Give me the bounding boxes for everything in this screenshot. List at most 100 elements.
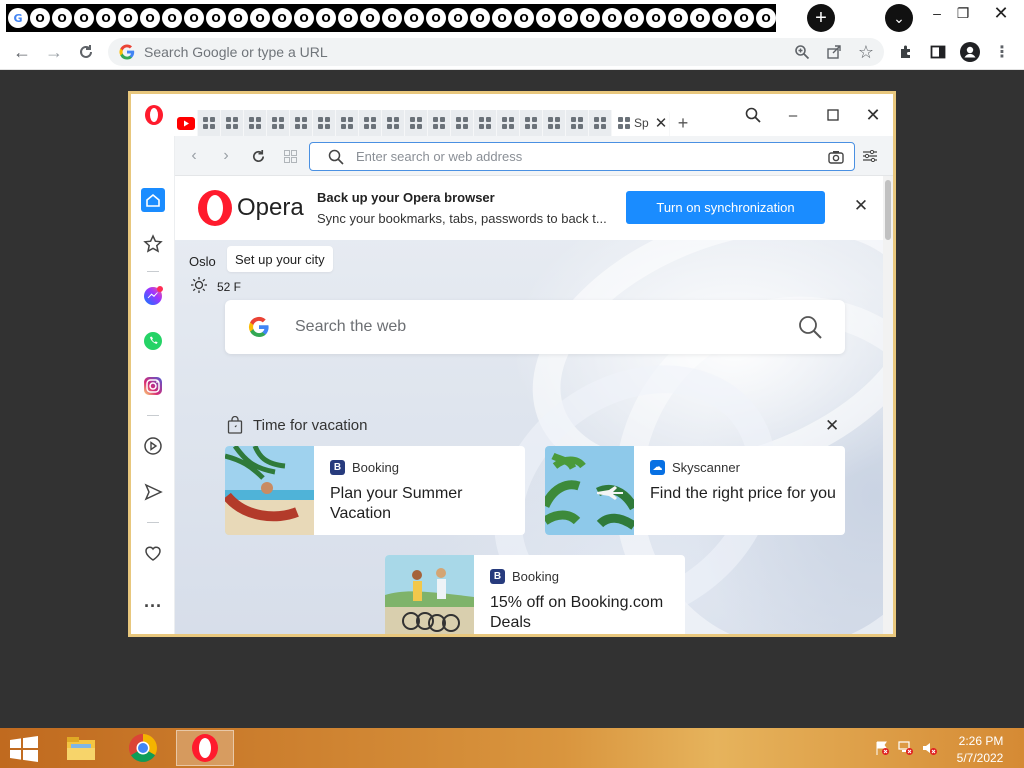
omnibox[interactable]: Search Google or type a URL xyxy=(108,38,884,66)
side-panel-icon[interactable] xyxy=(926,40,950,64)
deal-card[interactable]: ☁ Skyscanner Find the right price for yo… xyxy=(545,446,845,535)
easy-setup-icon[interactable] xyxy=(859,146,881,166)
weather-setup-city-button[interactable]: Set up your city xyxy=(227,246,333,272)
deal-card[interactable]: B Booking Plan your Summer Vacation xyxy=(225,446,525,535)
opera-tab-speed-dial[interactable] xyxy=(520,110,543,136)
chrome-tab-opera-icon[interactable]: O xyxy=(580,8,600,28)
opera-speed-dial-grid-icon[interactable] xyxy=(279,146,301,166)
back-arrow-icon[interactable]: ← xyxy=(10,40,34,64)
close-window-button[interactable]: ✕ xyxy=(986,2,1016,24)
chrome-tab-opera-icon[interactable]: O xyxy=(118,8,138,28)
web-search-box[interactable]: Search the web xyxy=(225,300,845,354)
taskbar-chrome[interactable] xyxy=(114,730,172,766)
chrome-tab-opera-icon[interactable]: O xyxy=(404,8,424,28)
opera-tab-speed-dial[interactable] xyxy=(290,110,313,136)
scrollbar-thumb[interactable] xyxy=(885,180,891,240)
opera-reload-icon[interactable] xyxy=(247,146,269,166)
sidebar-more-icon[interactable]: ··· xyxy=(139,592,167,620)
opera-tab-speed-dial[interactable] xyxy=(267,110,290,136)
instagram-icon[interactable] xyxy=(139,372,167,400)
opera-tab-speed-dial[interactable] xyxy=(589,110,612,136)
forward-arrow-icon[interactable]: → xyxy=(42,40,66,64)
opera-tab-search-icon[interactable] xyxy=(739,102,767,128)
profile-avatar-icon[interactable] xyxy=(958,40,982,64)
opera-tab-speed-dial[interactable] xyxy=(428,110,451,136)
chrome-tab-opera-icon[interactable]: O xyxy=(338,8,358,28)
chrome-tab-opera-icon[interactable]: O xyxy=(140,8,160,28)
chrome-tab-opera-icon[interactable]: O xyxy=(646,8,666,28)
my-flow-icon[interactable] xyxy=(139,478,167,506)
opera-tab-speed-dial[interactable] xyxy=(221,110,244,136)
extensions-icon[interactable] xyxy=(894,40,918,64)
chrome-tab-google-icon[interactable]: G xyxy=(8,8,28,28)
opera-minimize-button[interactable]: – xyxy=(779,102,807,128)
chrome-tab-opera-icon[interactable]: O xyxy=(162,8,182,28)
opera-tab-speed-dial[interactable] xyxy=(543,110,566,136)
chrome-tab-opera-icon[interactable]: O xyxy=(734,8,754,28)
share-icon[interactable] xyxy=(822,40,846,64)
reload-icon[interactable] xyxy=(74,40,98,64)
chrome-tab-opera-icon[interactable]: O xyxy=(602,8,622,28)
bookmark-star-icon[interactable]: ☆ xyxy=(854,40,878,64)
chrome-tab-opera-icon[interactable]: O xyxy=(712,8,732,28)
opera-forward-icon[interactable]: › xyxy=(215,146,237,166)
opera-tab-speed-dial[interactable] xyxy=(474,110,497,136)
chrome-tab-opera-icon[interactable]: O xyxy=(470,8,490,28)
chrome-tab-opera-icon[interactable]: O xyxy=(690,8,710,28)
new-tab-button[interactable]: + xyxy=(807,4,835,32)
chrome-tab-opera-icon[interactable]: O xyxy=(74,8,94,28)
tab-search-button[interactable]: ⌄ xyxy=(885,4,913,32)
opera-close-button[interactable]: ✕ xyxy=(859,102,887,128)
chrome-tab-opera-icon[interactable]: O xyxy=(316,8,336,28)
volume-muted-icon[interactable] xyxy=(922,740,938,756)
chrome-tab-opera-icon[interactable]: O xyxy=(184,8,204,28)
whatsapp-icon[interactable] xyxy=(139,327,167,355)
action-center-flag-icon[interactable] xyxy=(874,740,890,756)
chrome-tab-opera-icon[interactable]: O xyxy=(96,8,116,28)
player-icon[interactable] xyxy=(139,432,167,460)
turn-on-sync-button[interactable]: Turn on synchronization xyxy=(626,191,825,224)
chrome-tab-opera-icon[interactable]: O xyxy=(30,8,50,28)
opera-tab-speed-dial[interactable] xyxy=(313,110,336,136)
opera-tab-speed-dial[interactable] xyxy=(497,110,520,136)
opera-new-tab-button[interactable]: + xyxy=(670,110,696,136)
more-menu-icon[interactable]: ⋮ xyxy=(990,40,1014,64)
opera-tab-speed-dial[interactable] xyxy=(405,110,428,136)
chrome-tab-opera-icon[interactable]: O xyxy=(228,8,248,28)
close-icon[interactable]: ✕ xyxy=(825,416,839,436)
opera-menu-logo-icon[interactable] xyxy=(143,104,165,126)
taskbar-file-explorer[interactable] xyxy=(52,730,110,766)
windows-start-icon[interactable] xyxy=(8,736,40,762)
chrome-tab-opera-icon[interactable]: O xyxy=(382,8,402,28)
chrome-tab-row[interactable]: GOOOOOOOOOOOOOOOOOOOOOOOOOOOOOOOOOOOOO xyxy=(6,4,776,32)
chrome-tab-opera-icon[interactable]: O xyxy=(756,8,776,28)
opera-tab-speed-dial[interactable] xyxy=(382,110,405,136)
chrome-tab-opera-icon[interactable]: O xyxy=(624,8,644,28)
chrome-tab-opera-icon[interactable]: O xyxy=(536,8,556,28)
messenger-icon[interactable] xyxy=(139,282,167,310)
chrome-tab-opera-icon[interactable]: O xyxy=(52,8,72,28)
close-tab-icon[interactable]: ✕ xyxy=(655,114,668,132)
opera-tab-speed-dial[interactable] xyxy=(451,110,474,136)
opera-tab-active[interactable]: Sp ✕ xyxy=(612,110,670,136)
opera-tab-speed-dial[interactable] xyxy=(566,110,589,136)
weather-city[interactable]: Oslo xyxy=(189,254,216,269)
opera-maximize-button[interactable] xyxy=(819,102,847,128)
sidebar-home-icon[interactable] xyxy=(139,186,167,214)
chrome-tab-opera-icon[interactable]: O xyxy=(514,8,534,28)
personal-news-heart-icon[interactable] xyxy=(139,539,167,567)
opera-tab-speed-dial[interactable] xyxy=(336,110,359,136)
chrome-tab-opera-icon[interactable]: O xyxy=(294,8,314,28)
opera-tab-youtube[interactable] xyxy=(175,110,198,136)
sidebar-bookmarks-icon[interactable] xyxy=(139,230,167,258)
clock-time[interactable]: 2:26 PM xyxy=(958,734,1004,748)
taskbar-opera[interactable] xyxy=(176,730,234,766)
page-scrollbar[interactable] xyxy=(883,176,893,634)
chrome-tab-opera-icon[interactable]: O xyxy=(360,8,380,28)
restore-button[interactable]: ❐ xyxy=(948,2,978,24)
chrome-tab-opera-icon[interactable]: O xyxy=(250,8,270,28)
chrome-tab-opera-icon[interactable]: O xyxy=(426,8,446,28)
opera-tab-speed-dial[interactable] xyxy=(359,110,382,136)
chrome-tab-opera-icon[interactable]: O xyxy=(668,8,688,28)
opera-address-input[interactable]: Enter search or web address xyxy=(309,142,855,171)
